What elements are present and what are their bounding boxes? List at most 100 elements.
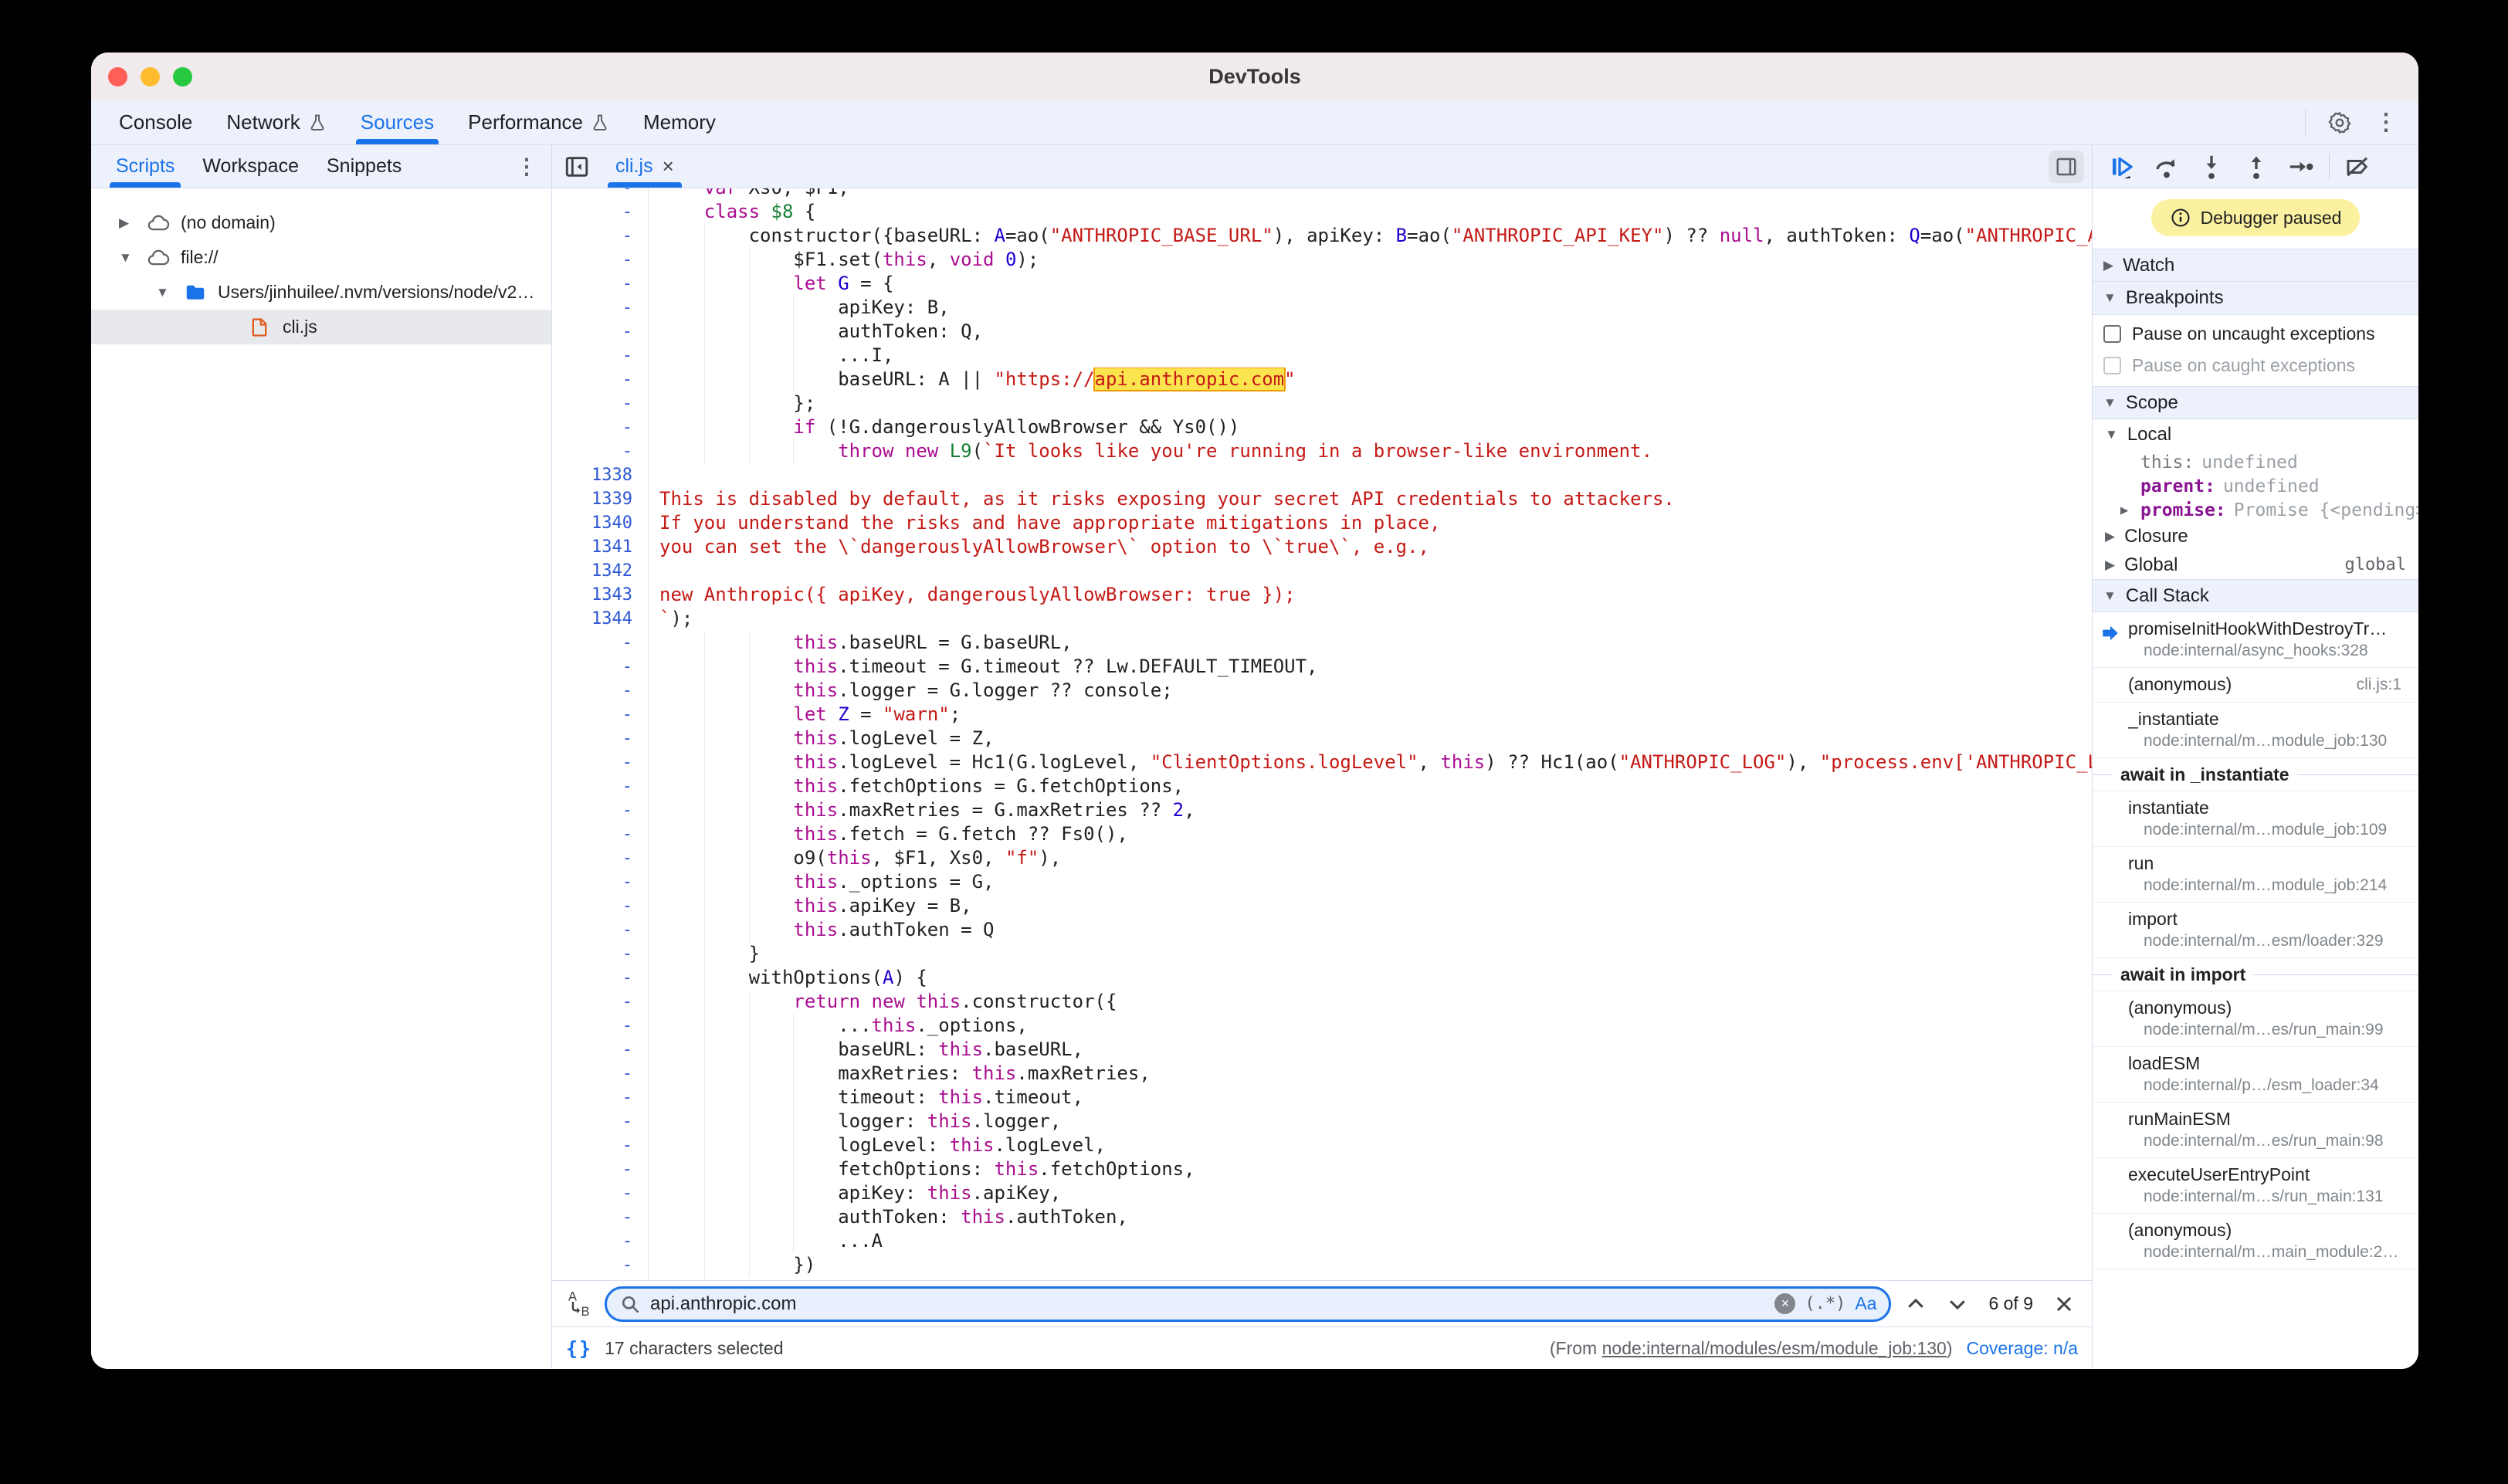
code-line-text[interactable]: return new this.constructor({ xyxy=(649,990,2092,1014)
gutter-line-number[interactable]: - xyxy=(552,894,649,918)
scope-closure-group[interactable]: ▶ Closure xyxy=(2093,522,2418,551)
code-line-text[interactable]: ...A xyxy=(649,1229,2092,1253)
gutter-line-number[interactable]: - xyxy=(552,391,649,415)
code-line-text[interactable]: let Z = "warn"; xyxy=(649,703,2092,727)
tree-row-file-[interactable]: ▼file:// xyxy=(91,240,551,275)
navigator-tab-snippets[interactable]: Snippets xyxy=(313,145,415,188)
code-line-text[interactable]: you can set the \`dangerouslyAllowBrowse… xyxy=(649,535,2092,559)
close-search-icon[interactable] xyxy=(2047,1287,2081,1321)
gutter-line-number[interactable]: - xyxy=(552,1014,649,1038)
code-line-text[interactable]: logger: this.logger, xyxy=(649,1110,2092,1133)
code-line-text[interactable]: $F1.set(this, void 0); xyxy=(649,248,2092,272)
callstack-frame[interactable]: runMainESMnode:internal/m…es/run_main:98 xyxy=(2093,1103,2418,1158)
callstack-frame[interactable]: _instantiatenode:internal/m…module_job:1… xyxy=(2093,703,2418,758)
settings-gear-icon[interactable] xyxy=(2320,104,2360,141)
chevron-down-icon[interactable]: ▼ xyxy=(156,285,169,300)
gutter-line-number[interactable]: - xyxy=(552,200,649,224)
close-window-button[interactable] xyxy=(108,67,127,86)
pretty-print-toggle[interactable]: {} xyxy=(566,1337,592,1360)
step-button[interactable] xyxy=(2281,148,2321,185)
breakpoints-section-header[interactable]: ▼ Breakpoints xyxy=(2093,282,2418,315)
gutter-line-number[interactable]: - xyxy=(552,272,649,296)
gutter-line-number[interactable]: - xyxy=(552,846,649,870)
code-line-text[interactable]: this.apiKey = B, xyxy=(649,894,2092,918)
module-job-link[interactable]: node:internal/modules/esm/module_job:130 xyxy=(1602,1338,1947,1358)
gutter-line-number[interactable]: - xyxy=(552,774,649,798)
gutter-line-number[interactable]: - xyxy=(552,990,649,1014)
chevron-down-icon[interactable]: ▼ xyxy=(119,250,132,266)
breakpoint-checkbox-row[interactable]: Pause on uncaught exceptions xyxy=(2093,318,2418,350)
gutter-line-number[interactable]: 1344 xyxy=(552,607,649,631)
callstack-frame[interactable]: importnode:internal/m…esm/loader:329 xyxy=(2093,903,2418,958)
scope-local-group[interactable]: ▼ Local xyxy=(2093,419,2418,450)
code-line-text[interactable] xyxy=(649,559,2092,583)
code-line-text[interactable]: ...I, xyxy=(649,344,2092,368)
code-line-text[interactable]: this.baseURL = G.baseURL, xyxy=(649,631,2092,655)
code-line-text[interactable]: `); xyxy=(649,607,2092,631)
code-line-text[interactable]: If you understand the risks and have app… xyxy=(649,511,2092,535)
tree-row--no-domain-[interactable]: ▶(no domain) xyxy=(91,205,551,240)
tree-row-users-jinhuilee-nvm-versions-node-v2-[interactable]: ▼Users/jinhuilee/.nvm/versions/node/v2… xyxy=(91,275,551,310)
callstack-frame[interactable]: runnode:internal/m…module_job:214 xyxy=(2093,847,2418,903)
callstack-frame[interactable]: (anonymous)node:internal/m…es/run_main:9… xyxy=(2093,991,2418,1047)
gutter-line-number[interactable]: - xyxy=(552,703,649,727)
scope-variable-promise[interactable]: ▶promise:Promise {<pending>} xyxy=(2093,498,2418,522)
main-tab-memory[interactable]: Memory xyxy=(626,100,733,144)
code-line-text[interactable]: this.maxRetries = G.maxRetries ?? 2, xyxy=(649,798,2092,822)
gutter-line-number[interactable]: - xyxy=(552,368,649,391)
coverage-link[interactable]: Coverage: n/a xyxy=(1967,1338,2078,1359)
gutter-line-number[interactable]: - xyxy=(552,1110,649,1133)
scope-global-group[interactable]: ▶ Global global xyxy=(2093,551,2418,579)
callstack-frame[interactable]: (anonymous)cli.js:1 xyxy=(2093,668,2418,703)
navigator-tab-workspace[interactable]: Workspace xyxy=(188,145,313,188)
callstack-frame[interactable]: instantiatenode:internal/m…module_job:10… xyxy=(2093,791,2418,847)
code-line-text[interactable]: } xyxy=(649,942,2092,966)
code-line-text[interactable]: baseURL: A || "https://api.anthropic.com… xyxy=(649,368,2092,391)
tab-close-icon[interactable]: × xyxy=(663,154,674,178)
code-line-text[interactable]: withOptions(A) { xyxy=(649,966,2092,990)
code-line-text[interactable]: this.fetchOptions = G.fetchOptions, xyxy=(649,774,2092,798)
code-line-text[interactable]: this.logger = G.logger ?? console; xyxy=(649,679,2092,703)
code-line-text[interactable]: }; xyxy=(649,391,2092,415)
code-line-text[interactable]: maxRetries: this.maxRetries, xyxy=(649,1062,2092,1086)
gutter-line-number[interactable]: - xyxy=(552,822,649,846)
minimize-window-button[interactable] xyxy=(141,67,160,86)
gutter-line-number[interactable]: - xyxy=(552,966,649,990)
tab-cli-js[interactable]: cli.js × xyxy=(603,145,686,188)
gutter-line-number[interactable]: - xyxy=(552,918,649,942)
step-over-button[interactable] xyxy=(2147,148,2187,185)
hide-debugger-panel-icon[interactable] xyxy=(2049,151,2084,183)
code-line-text[interactable]: var Xs0, $F1; xyxy=(649,188,2092,200)
code-line-text[interactable]: authToken: this.authToken, xyxy=(649,1205,2092,1229)
checkbox[interactable] xyxy=(2103,357,2121,374)
code-line-text[interactable]: This is disabled by default, as it risks… xyxy=(649,487,2092,511)
zoom-window-button[interactable] xyxy=(173,67,192,86)
gutter-line-number[interactable]: - xyxy=(552,1062,649,1086)
watch-section-header[interactable]: ▶ Watch xyxy=(2093,249,2418,282)
chevron-right-icon[interactable]: ▶ xyxy=(2120,503,2128,518)
match-case-toggle[interactable]: Aa xyxy=(1855,1293,1876,1314)
gutter-line-number[interactable]: - xyxy=(552,679,649,703)
main-tab-sources[interactable]: Sources xyxy=(344,100,451,144)
gutter-line-number[interactable]: - xyxy=(552,1181,649,1205)
step-out-button[interactable] xyxy=(2236,148,2276,185)
callstack-frame[interactable]: executeUserEntryPointnode:internal/m…s/r… xyxy=(2093,1158,2418,1214)
code-line-text[interactable]: apiKey: B, xyxy=(649,296,2092,320)
gutter-line-number[interactable]: - xyxy=(552,188,649,200)
gutter-line-number[interactable]: - xyxy=(552,415,649,439)
scope-section-header[interactable]: ▼ Scope xyxy=(2093,386,2418,419)
code-line-text[interactable]: this._options = G, xyxy=(649,870,2092,894)
code-line-text[interactable]: class $8 { xyxy=(649,200,2092,224)
code-line-text[interactable]: timeout: this.timeout, xyxy=(649,1086,2092,1110)
gutter-line-number[interactable]: 1342 xyxy=(552,559,649,583)
gutter-line-number[interactable]: 1340 xyxy=(552,511,649,535)
gutter-line-number[interactable]: - xyxy=(552,655,649,679)
gutter-line-number[interactable]: - xyxy=(552,296,649,320)
gutter-line-number[interactable]: - xyxy=(552,439,649,463)
gutter-line-number[interactable]: - xyxy=(552,1253,649,1277)
breakpoint-checkbox-row[interactable]: Pause on caught exceptions xyxy=(2093,350,2418,381)
code-line-text[interactable]: apiKey: this.apiKey, xyxy=(649,1181,2092,1205)
code-line-text[interactable]: this.logLevel = Z, xyxy=(649,727,2092,750)
code-line-text[interactable]: fetchOptions: this.fetchOptions, xyxy=(649,1157,2092,1181)
gutter-line-number[interactable]: - xyxy=(552,870,649,894)
